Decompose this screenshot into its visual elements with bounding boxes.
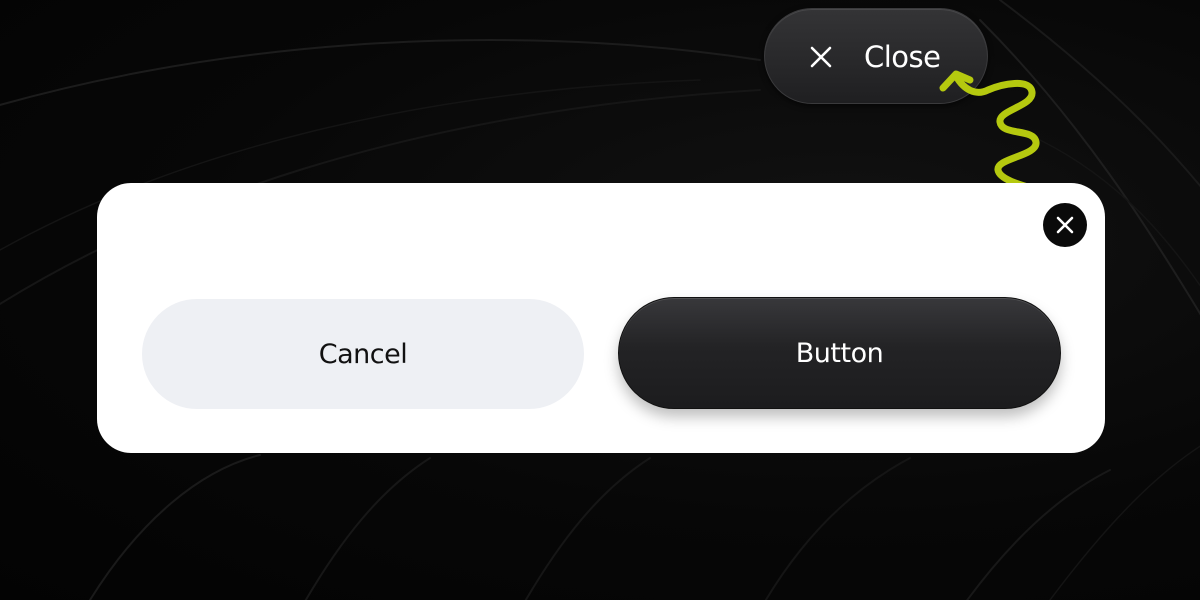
close-icon — [810, 46, 832, 68]
modal-dialog: Cancel Button — [97, 183, 1105, 453]
close-icon — [1056, 216, 1074, 234]
primary-button[interactable]: Button — [618, 297, 1061, 409]
dialog-close-button[interactable] — [1043, 203, 1087, 247]
cancel-button[interactable]: Cancel — [142, 299, 584, 409]
background-canvas: Close Cancel Button — [0, 0, 1200, 600]
